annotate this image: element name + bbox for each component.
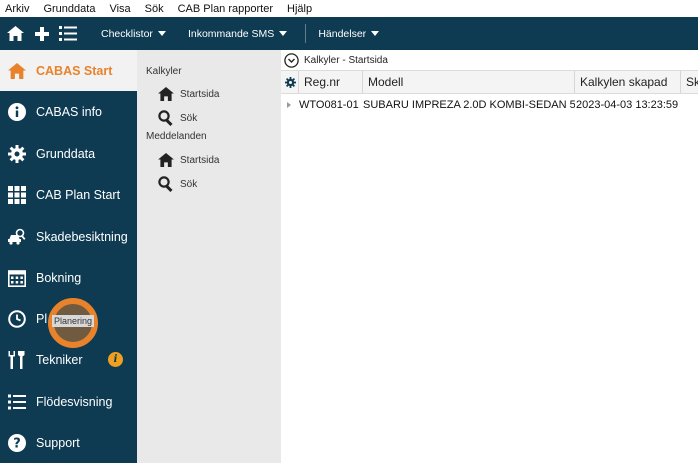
sidebar-item-skadebesiktning[interactable]: Skadebesiktning — [0, 216, 137, 257]
chevron-down-circle-icon[interactable] — [284, 52, 299, 68]
info-badge[interactable]: i — [108, 352, 123, 367]
column-header-modell[interactable]: Modell — [363, 71, 575, 93]
sidebar-item-label: CAB Plan Start — [36, 187, 121, 202]
link-label: Sök — [180, 178, 198, 190]
home-icon — [8, 62, 26, 80]
planering-tooltip: Planering — [52, 315, 95, 327]
sidebar-item-label: Bokning — [36, 270, 82, 285]
menu-hjalp[interactable]: Hjälp — [287, 3, 312, 15]
column-settings-icon[interactable] — [281, 71, 299, 93]
sidebar-item-label: Skadebesiktning — [36, 229, 128, 244]
search-icon — [157, 175, 175, 193]
clock-icon — [8, 309, 26, 328]
menu-bar: Arkiv Grunddata Visa Sök CAB Plan rappor… — [0, 0, 698, 17]
meddelanden-startsida-link[interactable]: Startsida — [157, 151, 219, 169]
svg-text:?: ? — [13, 436, 21, 451]
section-heading-kalkyler: Kalkyler — [146, 66, 182, 77]
help-icon: ? — [8, 433, 26, 452]
handelser-label: Händelser — [318, 27, 367, 40]
inkommande-sms-label: Inkommande SMS — [187, 27, 275, 40]
inkommande-sms-dropdown[interactable]: Inkommande SMS — [187, 17, 288, 50]
calendar-icon — [8, 269, 26, 287]
sidebar-item-support[interactable]: ? Support — [0, 422, 137, 463]
menu-visa[interactable]: Visa — [109, 3, 130, 15]
sidebar-item-label: CABAS Start — [36, 63, 113, 78]
caret-down-icon — [371, 31, 380, 36]
toolbar: Checklistor Inkommande SMS Händelser — [0, 17, 698, 50]
sidebar-item-label: Pl — [36, 311, 48, 326]
list-icon[interactable] — [58, 17, 78, 50]
tools-icon — [8, 350, 26, 369]
sub-panel: Kalkyler Startsida Sök Meddelanden Start… — [137, 50, 281, 463]
menu-grunddata[interactable]: Grunddata — [43, 3, 95, 15]
column-header-sk[interactable]: Sk — [681, 71, 698, 93]
list-icon — [8, 393, 26, 411]
sidebar-item-bokning[interactable]: Bokning — [0, 257, 137, 298]
cell-modell: SUBARU IMPREZA 2.0D KOMBI-SEDAN 5D — [363, 99, 575, 111]
column-header-kalkylen-skapad[interactable]: Kalkylen skapad — [575, 71, 681, 93]
sidebar-item-label: Flödesvisning — [36, 394, 113, 409]
sidebar-item-label: CABAS info — [36, 104, 103, 119]
sidebar-item-label: Support — [36, 435, 80, 450]
link-label: Sök — [180, 112, 198, 124]
toolbar-divider — [305, 24, 307, 43]
section-heading-meddelanden: Meddelanden — [146, 131, 207, 142]
menu-sok[interactable]: Sök — [145, 3, 164, 15]
cell-reg-nr: WTO081-01 — [299, 99, 359, 111]
grid-icon — [8, 185, 26, 204]
cell-kalkylen-skapad: 2023-04-03 13:23:59 — [576, 99, 679, 111]
column-header-reg-nr[interactable]: Reg.nr — [299, 71, 363, 93]
gear-icon — [8, 144, 26, 163]
sidebar-nav: CABAS Start CABAS info Grunddata CAB Pla… — [0, 50, 137, 463]
caret-down-icon — [157, 31, 166, 36]
link-label: Startsida — [180, 154, 220, 166]
kalkyler-startsida-link[interactable]: Startsida — [157, 85, 219, 103]
home-icon — [157, 151, 175, 169]
grid-header: Reg.nr Modell Kalkylen skapad Sk — [281, 70, 698, 94]
main-content: Kalkyler - Startsida Reg.nr Modell Kalky… — [281, 50, 698, 463]
menu-cab-plan-rapporter[interactable]: CAB Plan rapporter — [178, 3, 273, 15]
sidebar-item-label: Grunddata — [36, 146, 96, 161]
sidebar-item-cab-plan-start[interactable]: CAB Plan Start — [0, 174, 137, 215]
caret-down-icon — [279, 31, 288, 36]
checklistor-dropdown[interactable]: Checklistor — [101, 17, 166, 50]
table-row[interactable]: WTO081-01 SUBARU IMPREZA 2.0D KOMBI-SEDA… — [281, 94, 698, 116]
kalkyler-sok-link[interactable]: Sök — [157, 109, 197, 127]
home-icon — [157, 85, 175, 103]
breadcrumb: Kalkyler - Startsida — [281, 50, 698, 70]
car-search-icon — [8, 228, 26, 246]
home-icon[interactable] — [5, 17, 25, 50]
sidebar-item-cabas-info[interactable]: CABAS info — [0, 91, 137, 132]
link-label: Startsida — [180, 88, 220, 100]
meddelanden-sok-link[interactable]: Sök — [157, 175, 197, 193]
handelser-dropdown[interactable]: Händelser — [318, 17, 380, 50]
menu-arkiv[interactable]: Arkiv — [5, 3, 29, 15]
sidebar-item-grunddata[interactable]: Grunddata — [0, 133, 137, 174]
breadcrumb-text: Kalkyler - Startsida — [304, 54, 388, 66]
sidebar-item-flodesvisning[interactable]: Flödesvisning — [0, 381, 137, 422]
sidebar-item-label: Tekniker — [36, 352, 83, 367]
sidebar-item-cabas-start[interactable]: CABAS Start — [0, 50, 137, 91]
checklistor-label: Checklistor — [101, 27, 153, 40]
plus-icon[interactable] — [34, 17, 50, 50]
row-expand-icon[interactable] — [287, 102, 291, 108]
search-icon — [157, 109, 175, 127]
info-icon — [8, 102, 26, 121]
